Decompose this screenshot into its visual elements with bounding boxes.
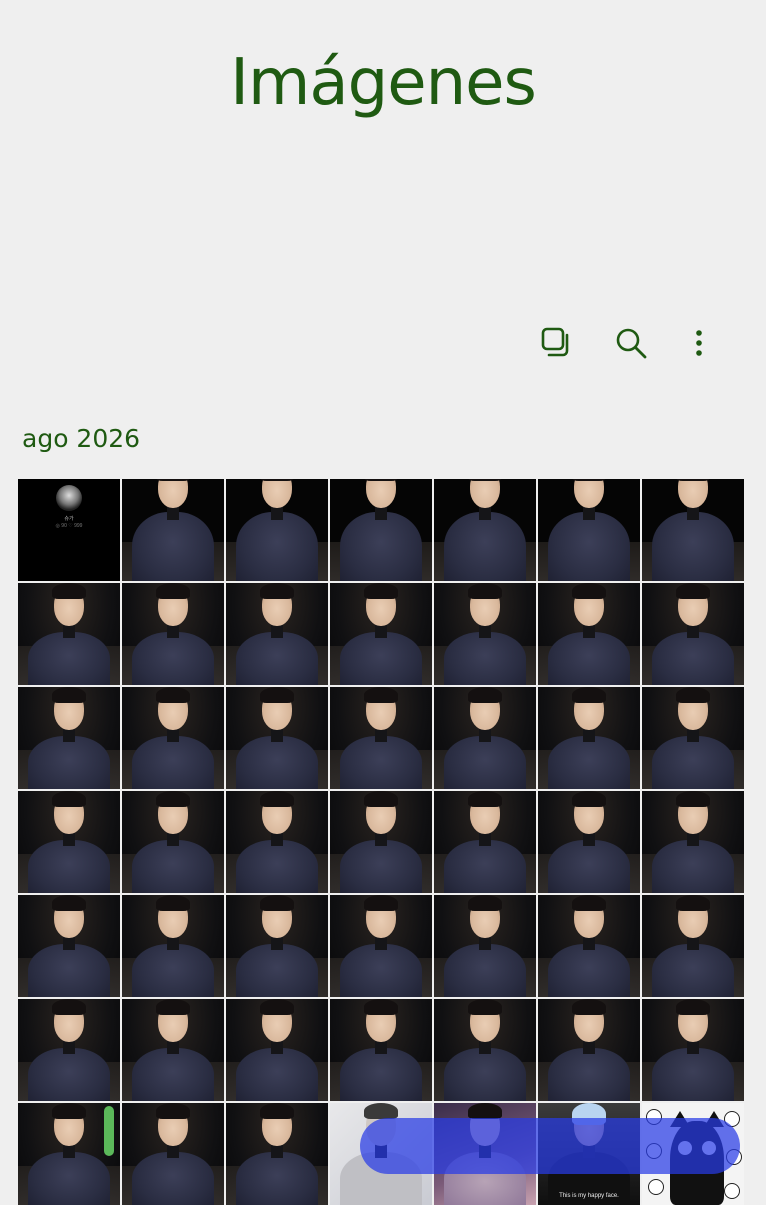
image-thumbnail[interactable] [226,999,328,1101]
image-thumbnail[interactable] [434,1103,536,1205]
image-thumbnail[interactable] [330,687,432,789]
image-thumbnail[interactable] [122,791,224,893]
thumbnail-stats: ◎ 90 ♡ 999 [55,523,83,529]
image-thumbnail[interactable] [538,791,640,893]
image-thumbnail[interactable] [330,1103,432,1205]
image-thumbnail[interactable] [538,479,640,581]
image-thumbnail[interactable] [538,895,640,997]
image-thumbnail[interactable] [642,479,744,581]
image-thumbnail[interactable] [226,583,328,685]
image-thumbnail[interactable] [18,687,120,789]
image-thumbnail[interactable] [538,687,640,789]
page-title: Imágenes [230,46,537,120]
image-thumbnail[interactable] [434,583,536,685]
image-thumbnail[interactable] [122,999,224,1101]
image-thumbnail[interactable] [642,999,744,1101]
select-icon[interactable] [532,318,582,368]
cat-illustration [670,1111,724,1205]
image-thumbnail[interactable] [122,895,224,997]
date-section-label: ago 2026 [22,424,141,453]
image-thumbnail[interactable] [330,999,432,1101]
image-thumbnail[interactable] [642,1103,744,1205]
image-thumbnail[interactable] [642,583,744,685]
image-thumbnail[interactable] [434,895,536,997]
image-thumbnail[interactable] [18,583,120,685]
image-thumbnail[interactable] [642,687,744,789]
image-thumbnail[interactable] [226,479,328,581]
image-thumbnail[interactable] [538,583,640,685]
image-thumbnail[interactable]: 슈가 ◎ 90 ♡ 999 [18,479,120,581]
image-thumbnail[interactable] [434,791,536,893]
image-thumbnail[interactable] [18,895,120,997]
image-thumbnail[interactable] [330,583,432,685]
image-thumbnail[interactable] [434,687,536,789]
avatar [56,485,82,511]
image-thumbnail[interactable]: This is my happy face. [538,1103,640,1205]
image-thumbnail[interactable] [330,791,432,893]
toolbar [520,318,740,368]
image-thumbnail[interactable] [434,999,536,1101]
image-thumbnail[interactable] [122,583,224,685]
image-thumbnail[interactable] [434,479,536,581]
image-thumbnail[interactable] [330,479,432,581]
image-thumbnail[interactable] [122,479,224,581]
image-grid: 슈가 ◎ 90 ♡ 999 This is my happy face. [18,479,748,1205]
image-thumbnail[interactable] [18,999,120,1101]
image-thumbnail[interactable] [122,1103,224,1205]
fast-scroll-handle[interactable] [104,1106,114,1156]
image-thumbnail[interactable] [226,791,328,893]
search-icon[interactable] [606,318,656,368]
image-thumbnail[interactable] [642,791,744,893]
image-thumbnail[interactable] [642,895,744,997]
thumbnail-caption: This is my happy face. [559,1193,619,1199]
image-thumbnail[interactable] [226,895,328,997]
thumbnail-name: 슈가 [64,516,74,522]
image-thumbnail[interactable] [538,999,640,1101]
image-thumbnail[interactable] [226,687,328,789]
image-thumbnail[interactable] [18,791,120,893]
image-thumbnail[interactable] [226,1103,328,1205]
image-thumbnail[interactable] [330,895,432,997]
more-options-icon[interactable] [674,318,724,368]
image-thumbnail[interactable] [122,687,224,789]
